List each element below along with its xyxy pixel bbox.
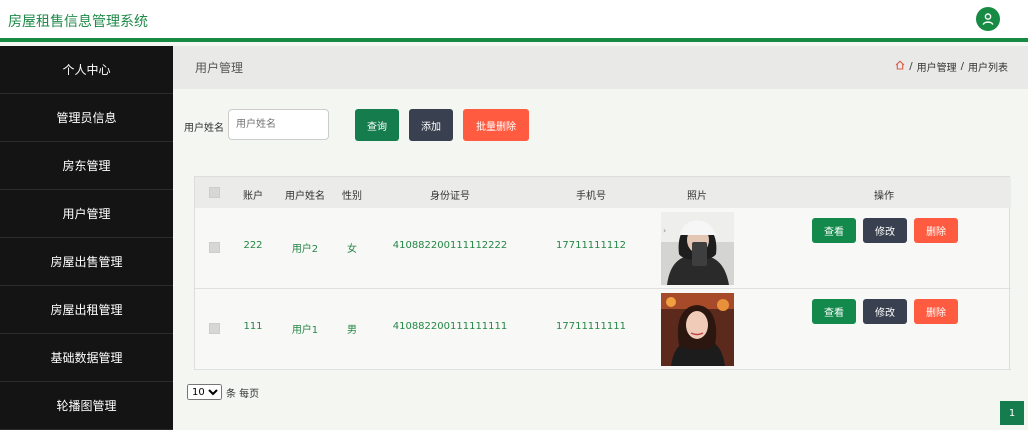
column-header-name: 用户姓名 bbox=[285, 191, 325, 202]
page-header: 用户管理 / 用户管理 / 用户列表 bbox=[173, 46, 1028, 89]
column-header-actions: 操作 bbox=[874, 191, 894, 202]
cell-account: 222 bbox=[243, 240, 263, 251]
row-checkbox[interactable] bbox=[209, 242, 220, 253]
sidebar-item-base-data[interactable]: 基础数据管理 bbox=[0, 334, 173, 382]
svg-text:›: › bbox=[663, 226, 666, 235]
add-button[interactable]: 添加 bbox=[409, 109, 453, 141]
delete-button[interactable]: 删除 bbox=[914, 299, 958, 324]
sidebar: 个人中心 管理员信息 房东管理 用户管理 房屋出售管理 房屋出租管理 基础数据管… bbox=[0, 46, 173, 430]
edit-button[interactable]: 修改 bbox=[863, 218, 907, 243]
delete-button[interactable]: 删除 bbox=[914, 218, 958, 243]
sidebar-item-house-sale[interactable]: 房屋出售管理 bbox=[0, 238, 173, 286]
breadcrumb: / 用户管理 / 用户列表 bbox=[895, 59, 1008, 74]
user-photo[interactable]: › bbox=[661, 212, 734, 285]
top-header: 房屋租售信息管理系统 bbox=[0, 0, 1028, 42]
cell-id-card: 410882200111111111 bbox=[392, 321, 508, 332]
breadcrumb-separator: / bbox=[909, 61, 913, 72]
batch-delete-button[interactable]: 批量删除 bbox=[463, 109, 529, 141]
breadcrumb-item-user-management[interactable]: 用户管理 bbox=[917, 59, 957, 74]
column-header-phone: 手机号 bbox=[576, 191, 606, 202]
sidebar-item-users[interactable]: 用户管理 bbox=[0, 190, 173, 238]
page-title: 用户管理 bbox=[195, 61, 244, 75]
view-button[interactable]: 查看 bbox=[812, 218, 856, 243]
page-size-control: 10 条 每页 bbox=[187, 384, 259, 400]
view-button[interactable]: 查看 bbox=[812, 299, 856, 324]
search-label: 用户姓名 bbox=[184, 123, 224, 134]
row-checkbox[interactable] bbox=[209, 323, 220, 334]
cell-name: 用户2 bbox=[291, 244, 319, 255]
user-table: 账户 用户姓名 性别 身份证号 手机号 照片 操作 222 用户2 女 4108… bbox=[194, 176, 1011, 370]
column-header-photo: 照片 bbox=[687, 191, 707, 202]
sidebar-item-carousel[interactable]: 轮播图管理 bbox=[0, 382, 173, 430]
cell-gender: 男 bbox=[347, 325, 357, 336]
cell-phone: 17711111112 bbox=[556, 240, 626, 251]
home-icon[interactable] bbox=[895, 60, 905, 73]
sidebar-item-personal-center[interactable]: 个人中心 bbox=[0, 46, 173, 94]
cell-name: 用户1 bbox=[291, 325, 319, 336]
sidebar-item-house-rent[interactable]: 房屋出租管理 bbox=[0, 286, 173, 334]
cell-phone: 17711111111 bbox=[556, 321, 626, 332]
per-page-label: 条 每页 bbox=[226, 388, 260, 400]
breadcrumb-separator: / bbox=[960, 61, 964, 72]
sidebar-item-admin-info[interactable]: 管理员信息 bbox=[0, 94, 173, 142]
page-size-select[interactable]: 10 bbox=[187, 384, 222, 400]
edit-button[interactable]: 修改 bbox=[863, 299, 907, 324]
sidebar-item-landlords[interactable]: 房东管理 bbox=[0, 142, 173, 190]
column-header-id-card: 身份证号 bbox=[430, 191, 470, 202]
pagination-page-1[interactable]: 1 bbox=[1000, 401, 1024, 425]
user-photo[interactable] bbox=[661, 293, 734, 366]
breadcrumb-item-user-list: 用户列表 bbox=[968, 63, 1008, 74]
cell-gender: 女 bbox=[347, 244, 357, 255]
query-button[interactable]: 查询 bbox=[355, 109, 399, 141]
cell-account: 111 bbox=[243, 321, 263, 332]
column-header-account: 账户 bbox=[243, 191, 263, 202]
column-header-gender: 性别 bbox=[342, 191, 362, 202]
table-header: 账户 用户姓名 性别 身份证号 手机号 照片 操作 bbox=[195, 177, 1011, 208]
table-row: 111 用户1 男 410882200111111111 17711111111… bbox=[195, 289, 1011, 370]
app-title: 房屋租售信息管理系统 bbox=[8, 14, 148, 30]
table-row: 222 用户2 女 410882200111112222 17711111112… bbox=[195, 208, 1011, 289]
cell-id-card: 410882200111112222 bbox=[392, 240, 508, 251]
search-input[interactable] bbox=[228, 109, 329, 140]
main-content: 用户管理 / 用户管理 / 用户列表 用户姓名 查询 添加 批量删除 账户 用户… bbox=[173, 46, 1028, 430]
user-avatar-icon[interactable] bbox=[976, 7, 1000, 31]
select-all-checkbox[interactable] bbox=[209, 187, 220, 198]
